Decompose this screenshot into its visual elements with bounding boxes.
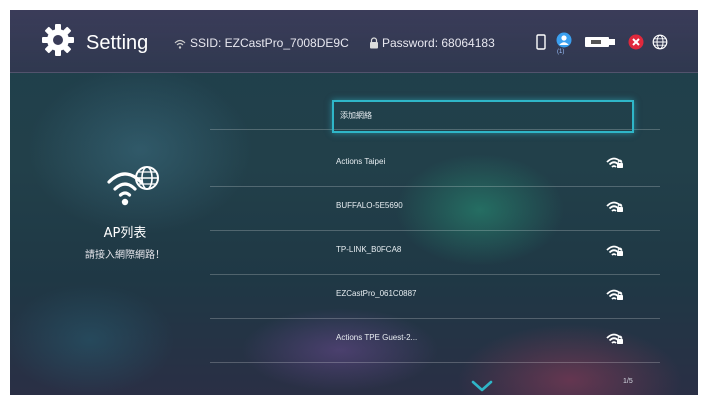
settings-screen: Setting SSID: EZCastPro_7008DE9C Passwor… [10,10,698,395]
wifi-globe-icon [107,166,159,206]
wifi-lock-icon [606,289,624,301]
globe-icon[interactable] [652,34,668,50]
list-item[interactable]: BUFFALO-5E5690 [210,187,660,231]
list-item[interactable]: Actions TPE Guest-2... [210,319,660,363]
list-item-add-network[interactable]: 添加網絡 [210,86,660,133]
phone-icon[interactable] [536,34,546,50]
chevron-down-icon[interactable] [471,380,493,392]
wifi-lock-icon [606,157,624,169]
wifi-lock-icon [606,245,624,257]
list-item[interactable]: EZCastPro_061C0887 [210,275,660,319]
ap-list-subtitle: 請接入網際網路！ [85,250,165,261]
wifi-lock-icon [606,201,624,213]
password-text: Password: 68064183 [382,36,495,50]
wifi-ssid-icon [174,39,186,49]
adapter-icon[interactable] [584,35,616,49]
close-icon[interactable] [628,34,644,50]
network-label: Actions Taipei [336,157,386,166]
ssid-text: SSID: EZCastPro_7008DE9C [190,36,349,50]
lock-icon [370,37,378,49]
list-item[interactable]: TP-LINK_B0FCA8 [210,231,660,275]
page-title: Setting [86,32,149,54]
cropped-caption-strip [0,0,707,10]
page-indicator: 1/5 [623,378,633,385]
gear-icon[interactable] [40,22,76,58]
users-icon[interactable]: (1) [556,32,572,56]
network-label: 添加網絡 [340,111,372,120]
network-label: TP-LINK_B0FCA8 [336,245,402,254]
selection-highlight [332,100,634,133]
list-item[interactable]: Actions Taipei [210,143,660,187]
ap-list-title: AP列表 [103,226,147,241]
header-bar: Setting SSID: EZCastPro_7008DE9C Passwor… [10,10,698,73]
network-label: Actions TPE Guest-2... [336,333,418,342]
network-label: BUFFALO-5E5690 [336,201,403,210]
network-label: EZCastPro_061C0887 [336,289,417,298]
connected-count: (1) [557,49,565,55]
wifi-lock-icon [606,333,624,345]
